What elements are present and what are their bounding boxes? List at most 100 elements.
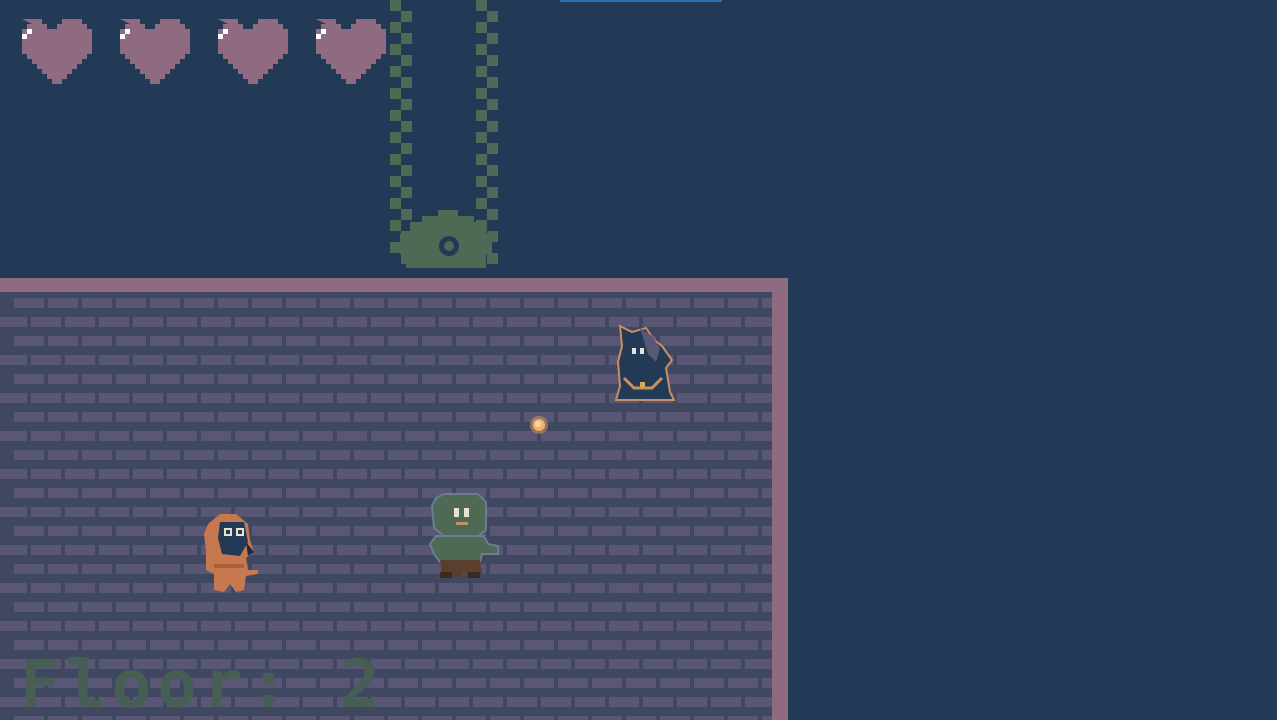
brick [388, 488, 418, 498]
brick [677, 431, 707, 441]
brick [677, 697, 707, 707]
brick [507, 393, 537, 403]
brick [99, 431, 129, 441]
brick [31, 469, 61, 479]
brick [575, 545, 605, 555]
brick [626, 678, 656, 688]
brick [575, 431, 605, 441]
brick [82, 564, 112, 574]
brick [490, 640, 520, 650]
brick [677, 507, 707, 517]
brick [116, 602, 146, 612]
brick [405, 393, 435, 403]
brick [694, 564, 724, 574]
brick [762, 412, 772, 422]
brick [524, 526, 554, 536]
brick [184, 298, 214, 308]
brick [388, 526, 418, 536]
brick [14, 564, 44, 574]
brick [439, 317, 469, 327]
brick [371, 469, 401, 479]
brick [643, 545, 673, 555]
heart-icon [316, 19, 386, 84]
brick [31, 355, 61, 365]
brick [116, 336, 146, 346]
brick [762, 298, 772, 308]
brick [541, 659, 571, 669]
brick [150, 602, 180, 612]
chain-link [487, 253, 498, 264]
brick [609, 583, 639, 593]
brick [0, 583, 27, 593]
brick [201, 393, 231, 403]
brick [99, 621, 129, 631]
brick [184, 602, 214, 612]
brick [354, 374, 384, 384]
zombie-enemy[interactable] [426, 492, 502, 582]
brick [558, 298, 588, 308]
brick [609, 621, 639, 631]
brick [82, 336, 112, 346]
brick [711, 583, 741, 593]
brick [14, 526, 44, 536]
brick [218, 374, 248, 384]
fireball-projectile [530, 416, 548, 434]
brick [252, 412, 282, 422]
brick [541, 507, 571, 517]
brick [609, 659, 639, 669]
brick [99, 469, 129, 479]
brick [473, 393, 503, 403]
brick [48, 298, 78, 308]
brick [48, 336, 78, 346]
brick [575, 583, 605, 593]
brick [677, 469, 707, 479]
brick [116, 450, 146, 460]
brick [745, 431, 772, 441]
chain-link [390, 242, 401, 253]
brick [99, 317, 129, 327]
chain-link [401, 55, 412, 66]
chain-link [487, 187, 498, 198]
brick [558, 526, 588, 536]
brick [660, 602, 690, 612]
brick [99, 583, 129, 593]
brick [116, 298, 146, 308]
brick [303, 431, 333, 441]
brick [405, 355, 435, 365]
brick [490, 602, 520, 612]
game-viewport[interactable]: Floor: 2 [0, 0, 1277, 720]
brick [184, 336, 214, 346]
brick [354, 336, 384, 346]
brick [592, 298, 622, 308]
brick [643, 697, 673, 707]
brick [269, 621, 299, 631]
brick [694, 298, 724, 308]
brick [677, 317, 707, 327]
brick [14, 374, 44, 384]
brick [439, 621, 469, 631]
brick [762, 716, 772, 720]
brick [201, 469, 231, 479]
brick [218, 450, 248, 460]
brick [524, 640, 554, 650]
brick [456, 602, 486, 612]
brick [116, 488, 146, 498]
brick [269, 393, 299, 403]
brick [592, 716, 622, 720]
brick [167, 507, 197, 517]
brick [116, 526, 146, 536]
brick [150, 450, 180, 460]
heart-icon [120, 19, 190, 84]
player-character[interactable] [198, 512, 264, 596]
brick [728, 678, 758, 688]
brick [184, 450, 214, 460]
brick [541, 621, 571, 631]
brick [422, 602, 452, 612]
brick [99, 355, 129, 365]
brick [269, 583, 299, 593]
brick [405, 659, 435, 669]
brick [31, 317, 61, 327]
brick [286, 298, 316, 308]
enemy-wizard[interactable] [612, 322, 676, 404]
brick [677, 583, 707, 593]
